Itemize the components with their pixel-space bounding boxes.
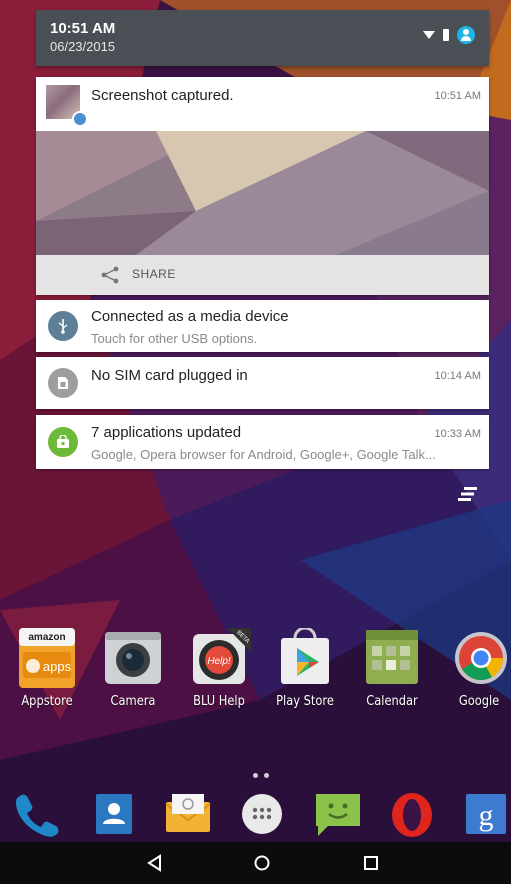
battery-icon bbox=[443, 29, 449, 41]
notification-time: 10:33 AM bbox=[434, 428, 481, 440]
sim-notification[interactable]: No SIM card plugged in 10:14 AM bbox=[36, 357, 489, 409]
notification-title: Screenshot captured. bbox=[91, 87, 234, 104]
email-icon[interactable] bbox=[164, 790, 212, 838]
usb-notification[interactable]: Connected as a media device Touch for ot… bbox=[36, 300, 489, 352]
app-drawer-icon[interactable] bbox=[238, 790, 286, 838]
app-label: Camera bbox=[110, 694, 156, 709]
recents-icon[interactable] bbox=[360, 852, 382, 874]
navigation-bar bbox=[0, 842, 511, 884]
notification-time: 10:14 AM bbox=[434, 370, 481, 382]
store-bag-icon bbox=[48, 427, 78, 457]
amazon-appstore-icon: amazon apps bbox=[19, 628, 75, 688]
gallery-badge-icon bbox=[72, 111, 88, 127]
updates-notification[interactable]: 7 applications updated 10:33 AM Google, … bbox=[36, 415, 489, 469]
app-label: Google bbox=[458, 694, 500, 709]
app-appstore[interactable]: amazon apps Appstore bbox=[12, 628, 82, 718]
share-action[interactable]: SHARE bbox=[36, 255, 489, 295]
share-icon bbox=[101, 266, 119, 284]
notification-title: Connected as a media device bbox=[91, 308, 289, 325]
app-label: Appstore bbox=[21, 694, 73, 709]
clear-all-icon[interactable] bbox=[458, 486, 478, 502]
svg-text:g: g bbox=[479, 799, 494, 832]
svg-text:apps: apps bbox=[43, 659, 72, 674]
notification-subtitle: Google, Opera browser for Android, Googl… bbox=[91, 447, 436, 462]
play-store-icon bbox=[281, 626, 329, 684]
camera-icon bbox=[105, 632, 161, 684]
app-play-store[interactable]: Play Store bbox=[270, 626, 340, 718]
notification-title: No SIM card plugged in bbox=[91, 367, 248, 384]
app-camera[interactable]: Camera bbox=[98, 628, 168, 718]
screenshot-notification[interactable]: Screenshot captured. 10:51 AM SHARE bbox=[36, 77, 489, 295]
screenshot-preview bbox=[36, 131, 489, 255]
svg-text:amazon: amazon bbox=[28, 632, 65, 643]
status-time: 10:51 AM bbox=[50, 20, 116, 37]
app-calendar[interactable]: Calendar bbox=[357, 628, 427, 718]
back-icon[interactable] bbox=[144, 852, 166, 874]
contacts-icon[interactable] bbox=[90, 790, 138, 838]
messaging-icon[interactable] bbox=[314, 790, 362, 838]
chrome-icon bbox=[455, 632, 507, 684]
page-dot bbox=[264, 773, 269, 778]
app-label: Calendar bbox=[366, 694, 418, 709]
calendar-icon bbox=[366, 630, 418, 684]
app-label: Play Store bbox=[276, 694, 334, 709]
status-date[interactable]: 06/23/2015 bbox=[50, 39, 115, 54]
app-label: BLU Help bbox=[193, 694, 245, 709]
phone-icon[interactable] bbox=[12, 790, 60, 838]
page-dot bbox=[253, 773, 258, 778]
blu-help-icon: Help! BETA bbox=[193, 628, 251, 684]
app-blu-help[interactable]: Help! BETA BLU Help bbox=[184, 628, 254, 718]
notification-title: 7 applications updated bbox=[91, 424, 242, 441]
home-icon[interactable] bbox=[251, 852, 273, 874]
share-label: SHARE bbox=[132, 267, 176, 281]
usb-icon bbox=[48, 311, 78, 341]
quick-settings-header[interactable]: 10:51 AM 06/23/2015 bbox=[36, 10, 489, 66]
wifi-icon bbox=[423, 31, 435, 39]
svg-text:Help!: Help! bbox=[207, 656, 231, 667]
sim-card-icon bbox=[48, 368, 78, 398]
opera-icon[interactable] bbox=[388, 790, 436, 838]
notification-time: 10:51 AM bbox=[434, 90, 481, 102]
profile-icon[interactable] bbox=[457, 26, 475, 44]
google-search-icon[interactable]: g bbox=[462, 790, 510, 838]
notification-subtitle: Touch for other USB options. bbox=[91, 331, 258, 346]
app-google[interactable]: Google bbox=[444, 628, 511, 718]
page-indicator bbox=[253, 773, 269, 778]
